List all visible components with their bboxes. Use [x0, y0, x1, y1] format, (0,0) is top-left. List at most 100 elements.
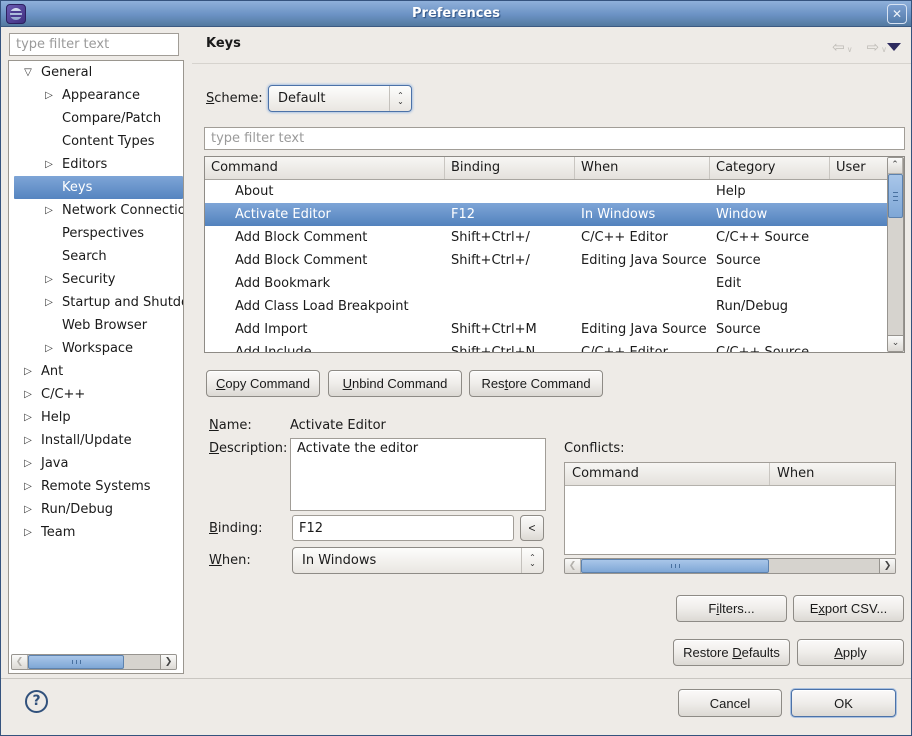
expander-collapsed-icon[interactable]: ▷ — [21, 452, 35, 475]
column-header-binding[interactable]: Binding — [445, 157, 575, 179]
expander-collapsed-icon[interactable]: ▷ — [42, 268, 56, 291]
expander-collapsed-icon[interactable]: ▷ — [42, 84, 56, 107]
expander-collapsed-icon[interactable]: ▷ — [21, 429, 35, 452]
sidebar-item-install-update[interactable]: ▷Install/Update — [9, 429, 183, 452]
binding-back-button[interactable]: < — [520, 515, 544, 541]
scroll-left-icon[interactable]: ❮ — [12, 655, 28, 669]
cell-user — [830, 249, 887, 272]
sidebar-item-help[interactable]: ▷Help — [9, 406, 183, 429]
copy-command-button[interactable]: Copy Command — [206, 370, 320, 397]
table-body: AboutHelpActivate EditorF12In WindowsWin… — [205, 180, 887, 352]
filters-button[interactable]: Filters... — [676, 595, 787, 622]
conflicts-horizontal-scrollbar[interactable]: ❮ ❯ — [564, 558, 896, 574]
cell-command: Add Class Load Breakpoint — [205, 295, 445, 318]
table-row[interactable]: Add Block CommentShift+Ctrl+/C/C++ Edito… — [205, 226, 887, 249]
view-menu-icon[interactable] — [887, 43, 901, 51]
column-header-user[interactable]: User — [830, 157, 887, 179]
help-icon[interactable]: ? — [25, 690, 48, 713]
restore-defaults-button[interactable]: Restore Defaults — [673, 639, 790, 666]
scrollbar-thumb[interactable] — [888, 174, 903, 218]
conflicts-column-command[interactable]: Command — [565, 463, 770, 485]
scrollbar-thumb[interactable] — [581, 559, 769, 573]
sidebar-item-perspectives[interactable]: Perspectives — [9, 222, 183, 245]
expander-collapsed-icon[interactable]: ▷ — [21, 383, 35, 406]
sidebar-item-run-debug[interactable]: ▷Run/Debug — [9, 498, 183, 521]
expander-collapsed-icon[interactable]: ▷ — [42, 153, 56, 176]
restore-command-button[interactable]: Restore Command — [469, 370, 603, 397]
sidebar-item-compare-patch[interactable]: Compare/Patch — [9, 107, 183, 130]
sidebar-horizontal-scrollbar[interactable]: ❮ ❯ — [11, 654, 177, 670]
expander-collapsed-icon[interactable]: ▷ — [42, 199, 56, 222]
expander-collapsed-icon[interactable]: ▷ — [21, 521, 35, 544]
column-header-category[interactable]: Category — [710, 157, 830, 179]
sidebar-item-web-browser[interactable]: Web Browser — [9, 314, 183, 337]
table-vertical-scrollbar[interactable]: ⌃ ⌄ — [887, 157, 904, 352]
sidebar-item-workspace[interactable]: ▷Workspace — [9, 337, 183, 360]
table-row[interactable]: Add Block CommentShift+Ctrl+/Editing Jav… — [205, 249, 887, 272]
expander-collapsed-icon[interactable]: ▷ — [21, 498, 35, 521]
cell-binding: F12 — [445, 203, 575, 226]
expander-collapsed-icon[interactable]: ▷ — [42, 337, 56, 360]
forward-icon[interactable]: ⇨∨ — [867, 38, 887, 56]
command-filter-input[interactable] — [204, 127, 905, 150]
table-row[interactable]: Add Class Load BreakpointRun/Debug — [205, 295, 887, 318]
sidebar-item-network-connectio[interactable]: ▷Network Connectio — [9, 199, 183, 222]
close-icon[interactable]: ✕ — [887, 4, 907, 24]
sidebar-item-c-c-[interactable]: ▷C/C++ — [9, 383, 183, 406]
sidebar-item-java[interactable]: ▷Java — [9, 452, 183, 475]
conflicts-column-when[interactable]: When — [770, 463, 814, 485]
scroll-up-icon[interactable]: ⌃ — [888, 158, 903, 174]
ok-button[interactable]: OK — [791, 689, 896, 717]
scroll-left-icon[interactable]: ❮ — [565, 559, 581, 573]
table-row[interactable]: Activate EditorF12In WindowsWindow — [205, 203, 887, 226]
table-row[interactable]: Add ImportShift+Ctrl+MEditing Java Sourc… — [205, 318, 887, 341]
scroll-right-icon[interactable]: ❯ — [879, 559, 895, 573]
expander-collapsed-icon[interactable]: ▷ — [21, 360, 35, 383]
back-icon[interactable]: ⇦∨ — [832, 38, 852, 56]
cancel-button[interactable]: Cancel — [678, 689, 782, 717]
expander-collapsed-icon[interactable]: ▷ — [42, 291, 56, 314]
sidebar-item-team[interactable]: ▷Team — [9, 521, 183, 544]
scrollbar-thumb[interactable] — [28, 655, 124, 669]
sidebar-item-security[interactable]: ▷Security — [9, 268, 183, 291]
binding-field[interactable] — [292, 515, 514, 541]
sidebar-item-general[interactable]: ▽General — [9, 61, 183, 84]
sidebar-item-editors[interactable]: ▷Editors — [9, 153, 183, 176]
sidebar-item-content-types[interactable]: Content Types — [9, 130, 183, 153]
scroll-right-icon[interactable]: ❯ — [160, 655, 176, 669]
description-field[interactable] — [290, 438, 546, 511]
cell-category: Window — [710, 203, 830, 226]
when-value: In Windows — [293, 553, 521, 568]
scrollbar-track[interactable] — [888, 218, 903, 335]
name-label: Name: — [209, 416, 252, 436]
apply-button[interactable]: Apply — [797, 639, 904, 666]
cell-binding — [445, 180, 575, 203]
cell-user — [830, 295, 887, 318]
when-select[interactable]: In Windows ⌃⌄ — [292, 547, 544, 574]
expander-collapsed-icon[interactable]: ▷ — [21, 406, 35, 429]
scroll-down-icon[interactable]: ⌄ — [888, 335, 903, 351]
sidebar-item-ant[interactable]: ▷Ant — [9, 360, 183, 383]
table-row[interactable]: AboutHelp — [205, 180, 887, 203]
unbind-command-button[interactable]: Unbind Command — [328, 370, 462, 397]
sidebar-item-keys[interactable]: Keys — [14, 176, 183, 199]
sidebar-item-remote-systems[interactable]: ▷Remote Systems — [9, 475, 183, 498]
cell-command: Add Bookmark — [205, 272, 445, 295]
column-header-command[interactable]: Command — [205, 157, 445, 179]
scrollbar-track[interactable] — [124, 655, 160, 669]
export-csv-button[interactable]: Export CSV... — [793, 595, 904, 622]
column-header-when[interactable]: When — [575, 157, 710, 179]
sidebar-filter-input[interactable] — [9, 33, 179, 56]
cell-category: Source — [710, 249, 830, 272]
sidebar-item-startup-and-shutdo[interactable]: ▷Startup and Shutdo — [9, 291, 183, 314]
expander-collapsed-icon[interactable]: ▷ — [21, 475, 35, 498]
table-row[interactable]: Add IncludeShift+Ctrl+NC/C++ EditorC/C++… — [205, 341, 887, 352]
scrollbar-track[interactable] — [769, 559, 879, 573]
scheme-select[interactable]: Default ⌃⌄ — [268, 85, 412, 112]
sidebar-item-appearance[interactable]: ▷Appearance — [9, 84, 183, 107]
cell-when — [575, 295, 710, 318]
table-row[interactable]: Add BookmarkEdit — [205, 272, 887, 295]
scheme-value: Default — [269, 91, 389, 106]
expander-expanded-icon[interactable]: ▽ — [21, 61, 35, 84]
sidebar-item-search[interactable]: Search — [9, 245, 183, 268]
